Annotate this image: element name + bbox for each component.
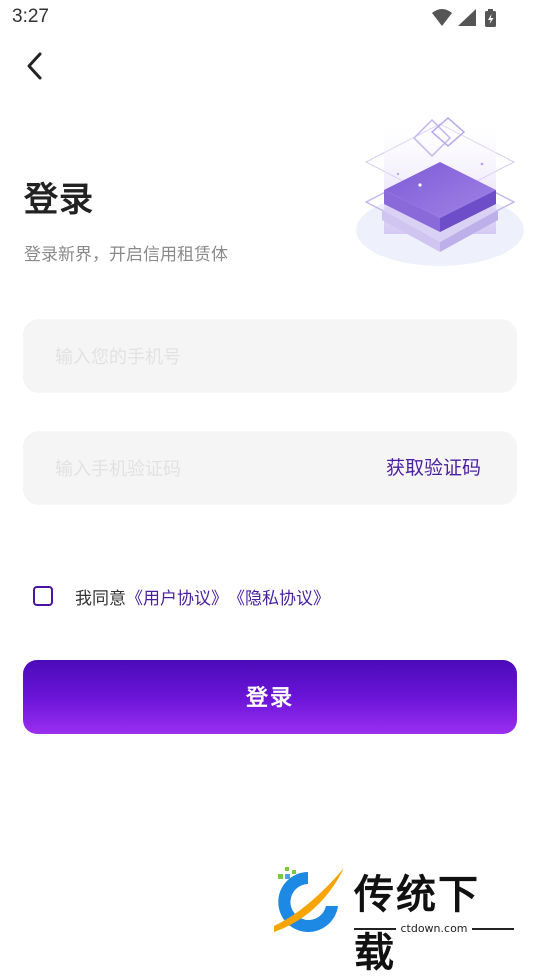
privacy-agreement-link[interactable]: 《隐私协议》 (228, 584, 330, 609)
phone-field (23, 319, 517, 395)
back-button[interactable] (18, 48, 54, 84)
agreement-row: 我同意 《用户协议》 《隐私协议》 (33, 583, 330, 609)
phone-input[interactable] (53, 319, 357, 395)
agreement-prefix: 我同意 (75, 588, 126, 609)
page-title: 登录 (24, 180, 94, 220)
login-button[interactable]: 登录 (23, 660, 517, 734)
status-icons (432, 9, 496, 27)
watermark-url: ctdown.com (400, 922, 468, 935)
watermark-url-row: ctdown.com (354, 922, 514, 935)
signal-icon (458, 9, 476, 26)
chevron-left-icon[interactable] (27, 52, 42, 80)
code-field: 获取验证码 (23, 431, 517, 507)
status-bar: 3:27 (0, 0, 540, 36)
get-code-button[interactable]: 获取验证码 (386, 431, 481, 505)
watermark: 传统下载 ctdown.com (268, 860, 518, 976)
wifi-icon (432, 9, 452, 26)
agreement-checkbox[interactable] (33, 586, 53, 606)
watermark-title: 传统下载 (354, 872, 480, 976)
code-input[interactable] (53, 431, 357, 507)
user-agreement-link[interactable]: 《用户协议》 (126, 584, 228, 609)
cube-illustration (356, 117, 524, 266)
battery-charging-icon (485, 9, 496, 27)
page-subtitle: 登录新界，开启信用租赁体 (24, 245, 228, 265)
watermark-logo-icon (274, 867, 344, 932)
status-time: 3:27 (12, 6, 49, 27)
